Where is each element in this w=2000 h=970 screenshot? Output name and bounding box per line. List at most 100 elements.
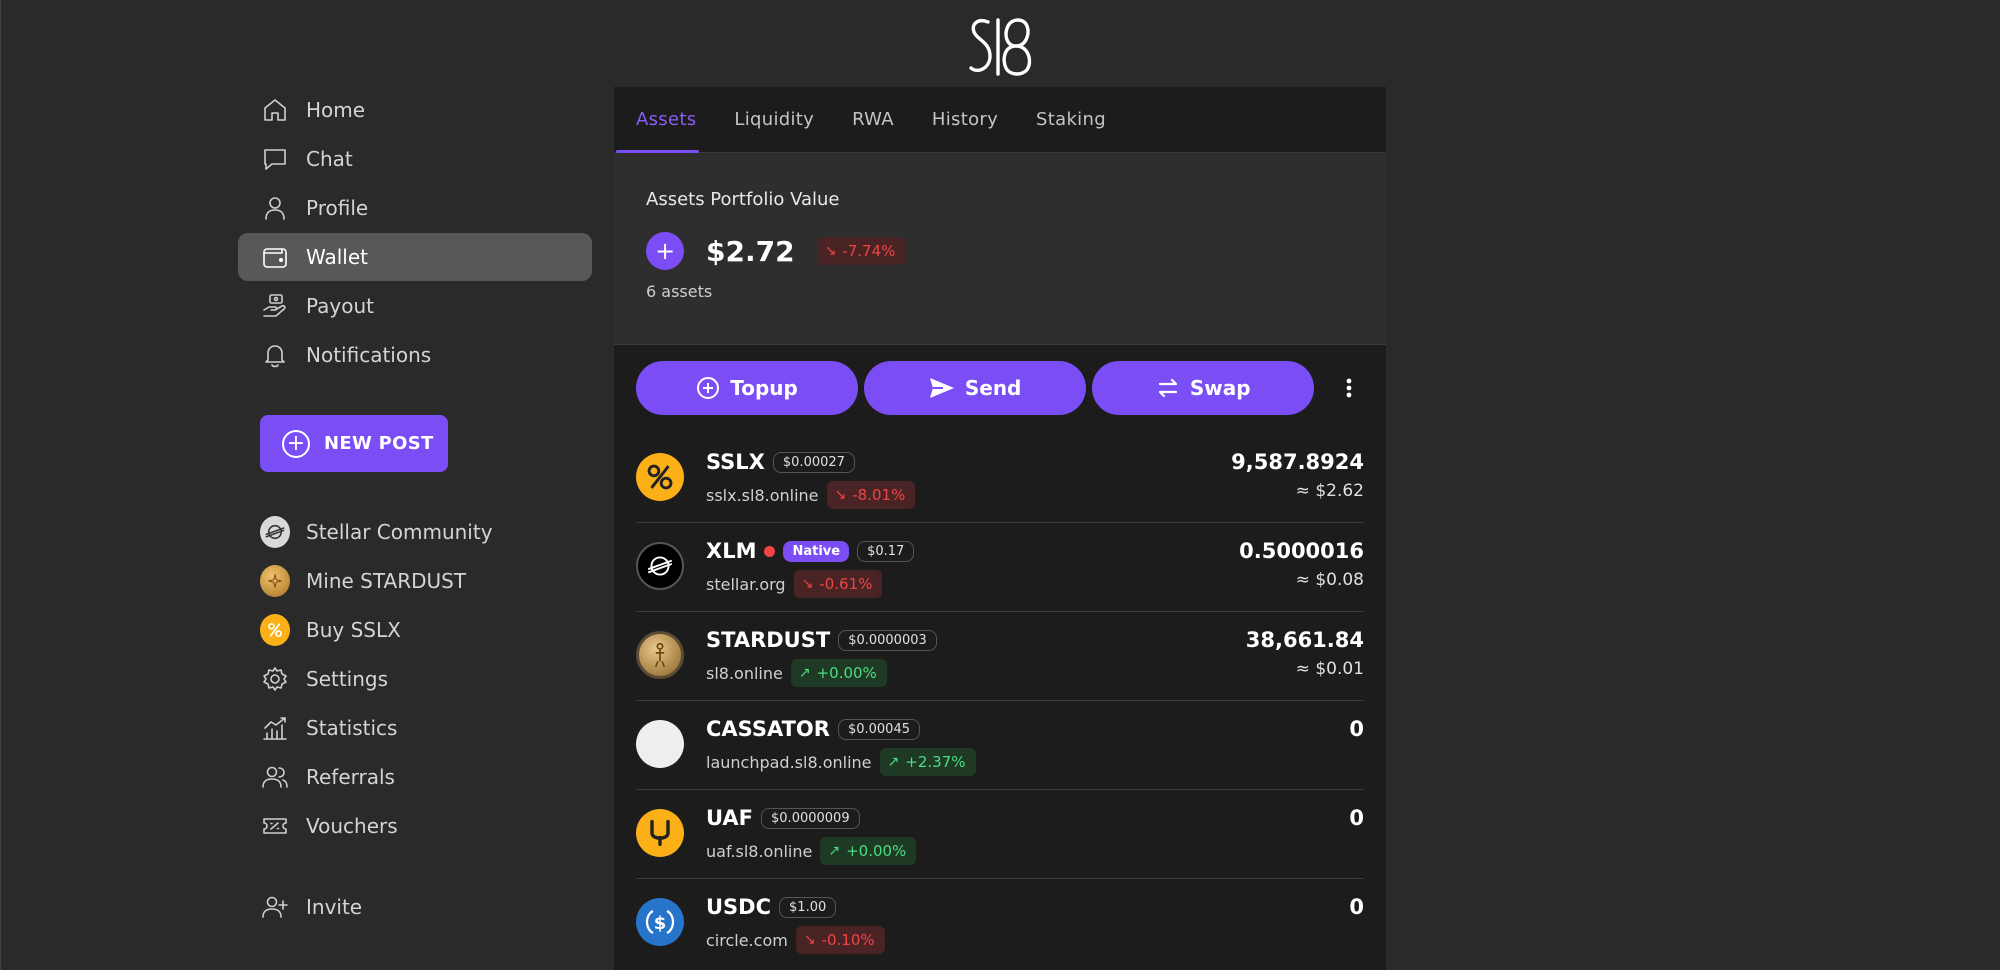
sidebar-item-notifications[interactable]: Notifications xyxy=(238,331,592,379)
asset-domain: launchpad.sl8.online xyxy=(706,752,872,772)
tab-liquidity[interactable]: Liquidity xyxy=(734,109,814,152)
arrow-up-right-icon: ↗ xyxy=(828,843,841,859)
sidebar-link-referrals[interactable]: Referrals xyxy=(238,753,592,801)
sidebar-item-label: Invite xyxy=(306,895,363,919)
asset-change: +0.00% xyxy=(816,664,877,682)
asset-symbol: STARDUST xyxy=(706,628,831,652)
asset-symbol: XLM xyxy=(706,539,757,563)
portfolio-title: Assets Portfolio Value xyxy=(646,189,840,210)
asset-change-badge: ↘ -8.01% xyxy=(826,481,916,509)
send-button[interactable]: Send xyxy=(864,361,1087,415)
sidebar-item-label: Statistics xyxy=(306,716,398,740)
wallet-panel: Assets Liquidity RWA History Staking Ass… xyxy=(614,87,1386,970)
asset-amount: 0 xyxy=(1349,717,1364,741)
sidebar-link-mine-stardust[interactable]: Mine STARDUST xyxy=(238,557,592,605)
wallet-icon xyxy=(260,242,290,272)
uaf-logo-icon xyxy=(636,809,684,857)
asset-price: $0.17 xyxy=(857,540,915,562)
asset-price: $0.00027 xyxy=(772,451,855,473)
sidebar-item-label: Wallet xyxy=(306,245,369,269)
usdc-logo-icon: $ xyxy=(636,898,684,946)
arrow-down-right-icon: ↘ xyxy=(803,932,816,948)
asset-amount: 0 xyxy=(1349,895,1364,919)
arrow-up-right-icon: ↗ xyxy=(887,754,900,770)
sidebar-link-buy-sslx[interactable]: Buy SSLX xyxy=(238,606,592,654)
asset-change-badge: ↘ -0.61% xyxy=(793,570,883,598)
portfolio-summary: Assets Portfolio Value + $2.72 ↘ -7.74% … xyxy=(614,153,1386,345)
sidebar-item-label: Vouchers xyxy=(306,814,398,838)
asset-row-uaf[interactable]: UAF $0.0000009 uaf.sl8.online ↗ +0.00% 0 xyxy=(636,791,1364,879)
asset-amount: 9,587.8924 xyxy=(1231,450,1364,474)
sidebar-item-label: Notifications xyxy=(306,343,432,367)
asset-row-xlm[interactable]: XLM Native $0.17 stellar.org ↘ -0.61% 0.5… xyxy=(636,524,1364,612)
arrow-down-right-icon: ↘ xyxy=(824,243,837,259)
swap-button[interactable]: Swap xyxy=(1092,361,1315,415)
asset-domain: sslx.sl8.online xyxy=(706,485,819,505)
topup-button[interactable]: Topup xyxy=(636,361,859,415)
tab-staking[interactable]: Staking xyxy=(1036,109,1106,152)
asset-domain: sl8.online xyxy=(706,663,783,683)
sidebar-item-chat[interactable]: Chat xyxy=(238,135,592,183)
arrow-down-right-icon: ↘ xyxy=(834,487,847,503)
window-border xyxy=(0,0,1,970)
portfolio-change: -7.74% xyxy=(842,242,896,260)
sidebar-item-label: Stellar Community xyxy=(306,520,493,544)
tab-rwa[interactable]: RWA xyxy=(852,109,894,152)
new-post-button[interactable]: + NEW POST xyxy=(260,415,448,472)
alert-dot xyxy=(764,545,776,557)
chart-icon xyxy=(260,713,290,743)
sidebar-item-label: Settings xyxy=(306,667,389,691)
stellar-icon xyxy=(260,516,290,548)
sidebar-item-label: Home xyxy=(306,98,366,122)
tab-assets[interactable]: Assets xyxy=(615,109,700,153)
sidebar-link-settings[interactable]: Settings xyxy=(238,655,592,703)
sl8-logo[interactable] xyxy=(968,16,1032,78)
asset-domain: circle.com xyxy=(706,930,788,950)
sidebar-item-invite[interactable]: Invite xyxy=(238,883,592,931)
sidebar-link-vouchers[interactable]: Vouchers xyxy=(238,802,592,850)
native-badge: Native xyxy=(783,540,850,562)
plus-circle-icon xyxy=(696,376,720,400)
swap-label: Swap xyxy=(1189,376,1251,400)
sidebar-item-label: Profile xyxy=(306,196,369,220)
sidebar-link-stellar-community[interactable]: Stellar Community xyxy=(238,508,592,556)
users-icon xyxy=(260,762,290,792)
asset-row-sslx[interactable]: SSLX $0.00027 sslx.sl8.online ↘ -8.01% 9,… xyxy=(636,435,1364,523)
asset-symbol: CASSATOR xyxy=(706,717,830,741)
asset-amount: 38,661.84 xyxy=(1245,628,1364,652)
asset-count: 6 assets xyxy=(646,282,713,301)
send-icon xyxy=(929,376,955,400)
topup-label: Topup xyxy=(730,376,798,400)
asset-domain: stellar.org xyxy=(706,574,786,594)
portfolio-value: $2.72 xyxy=(706,234,795,268)
plus-circle-icon: + xyxy=(282,429,310,458)
cassator-logo-icon xyxy=(636,720,684,768)
asset-price: $0.00045 xyxy=(837,718,920,740)
send-label: Send xyxy=(964,376,1022,400)
sidebar-link-statistics[interactable]: Statistics xyxy=(238,704,592,752)
more-options-button[interactable] xyxy=(1334,361,1364,415)
ticket-icon xyxy=(260,811,290,841)
stardust-coin-icon xyxy=(636,631,684,679)
asset-row-stardust[interactable]: STARDUST $0.0000003 sl8.online ↗ +0.00% 3… xyxy=(636,613,1364,701)
sidebar-item-home[interactable]: Home xyxy=(238,86,592,134)
asset-amount: 0 xyxy=(1349,806,1364,830)
arrow-up-right-icon: ↗ xyxy=(798,665,811,681)
add-asset-button[interactable]: + xyxy=(646,232,684,270)
add-user-icon xyxy=(260,892,290,922)
sidebar-item-wallet[interactable]: Wallet xyxy=(238,233,592,281)
asset-change-badge: ↗ +0.00% xyxy=(790,659,887,687)
asset-row-cassator[interactable]: CASSATOR $0.00045 launchpad.sl8.online ↗… xyxy=(636,702,1364,790)
sidebar-item-label: Chat xyxy=(306,147,353,171)
sidebar-item-profile[interactable]: Profile xyxy=(238,184,592,232)
tab-history[interactable]: History xyxy=(932,109,998,152)
stardust-coin-icon xyxy=(260,565,290,597)
home-icon xyxy=(260,95,290,125)
sidebar-item-payout[interactable]: Payout xyxy=(238,282,592,330)
gear-icon xyxy=(260,664,290,694)
portfolio-change-badge: ↘ -7.74% xyxy=(816,237,906,265)
asset-change-badge: ↗ +0.00% xyxy=(820,837,917,865)
svg-text:$: $ xyxy=(654,913,667,934)
asset-symbol: USDC xyxy=(706,895,772,919)
asset-row-usdc[interactable]: $ USDC $1.00 circle.com ↘ -0.10% 0 xyxy=(636,880,1364,968)
